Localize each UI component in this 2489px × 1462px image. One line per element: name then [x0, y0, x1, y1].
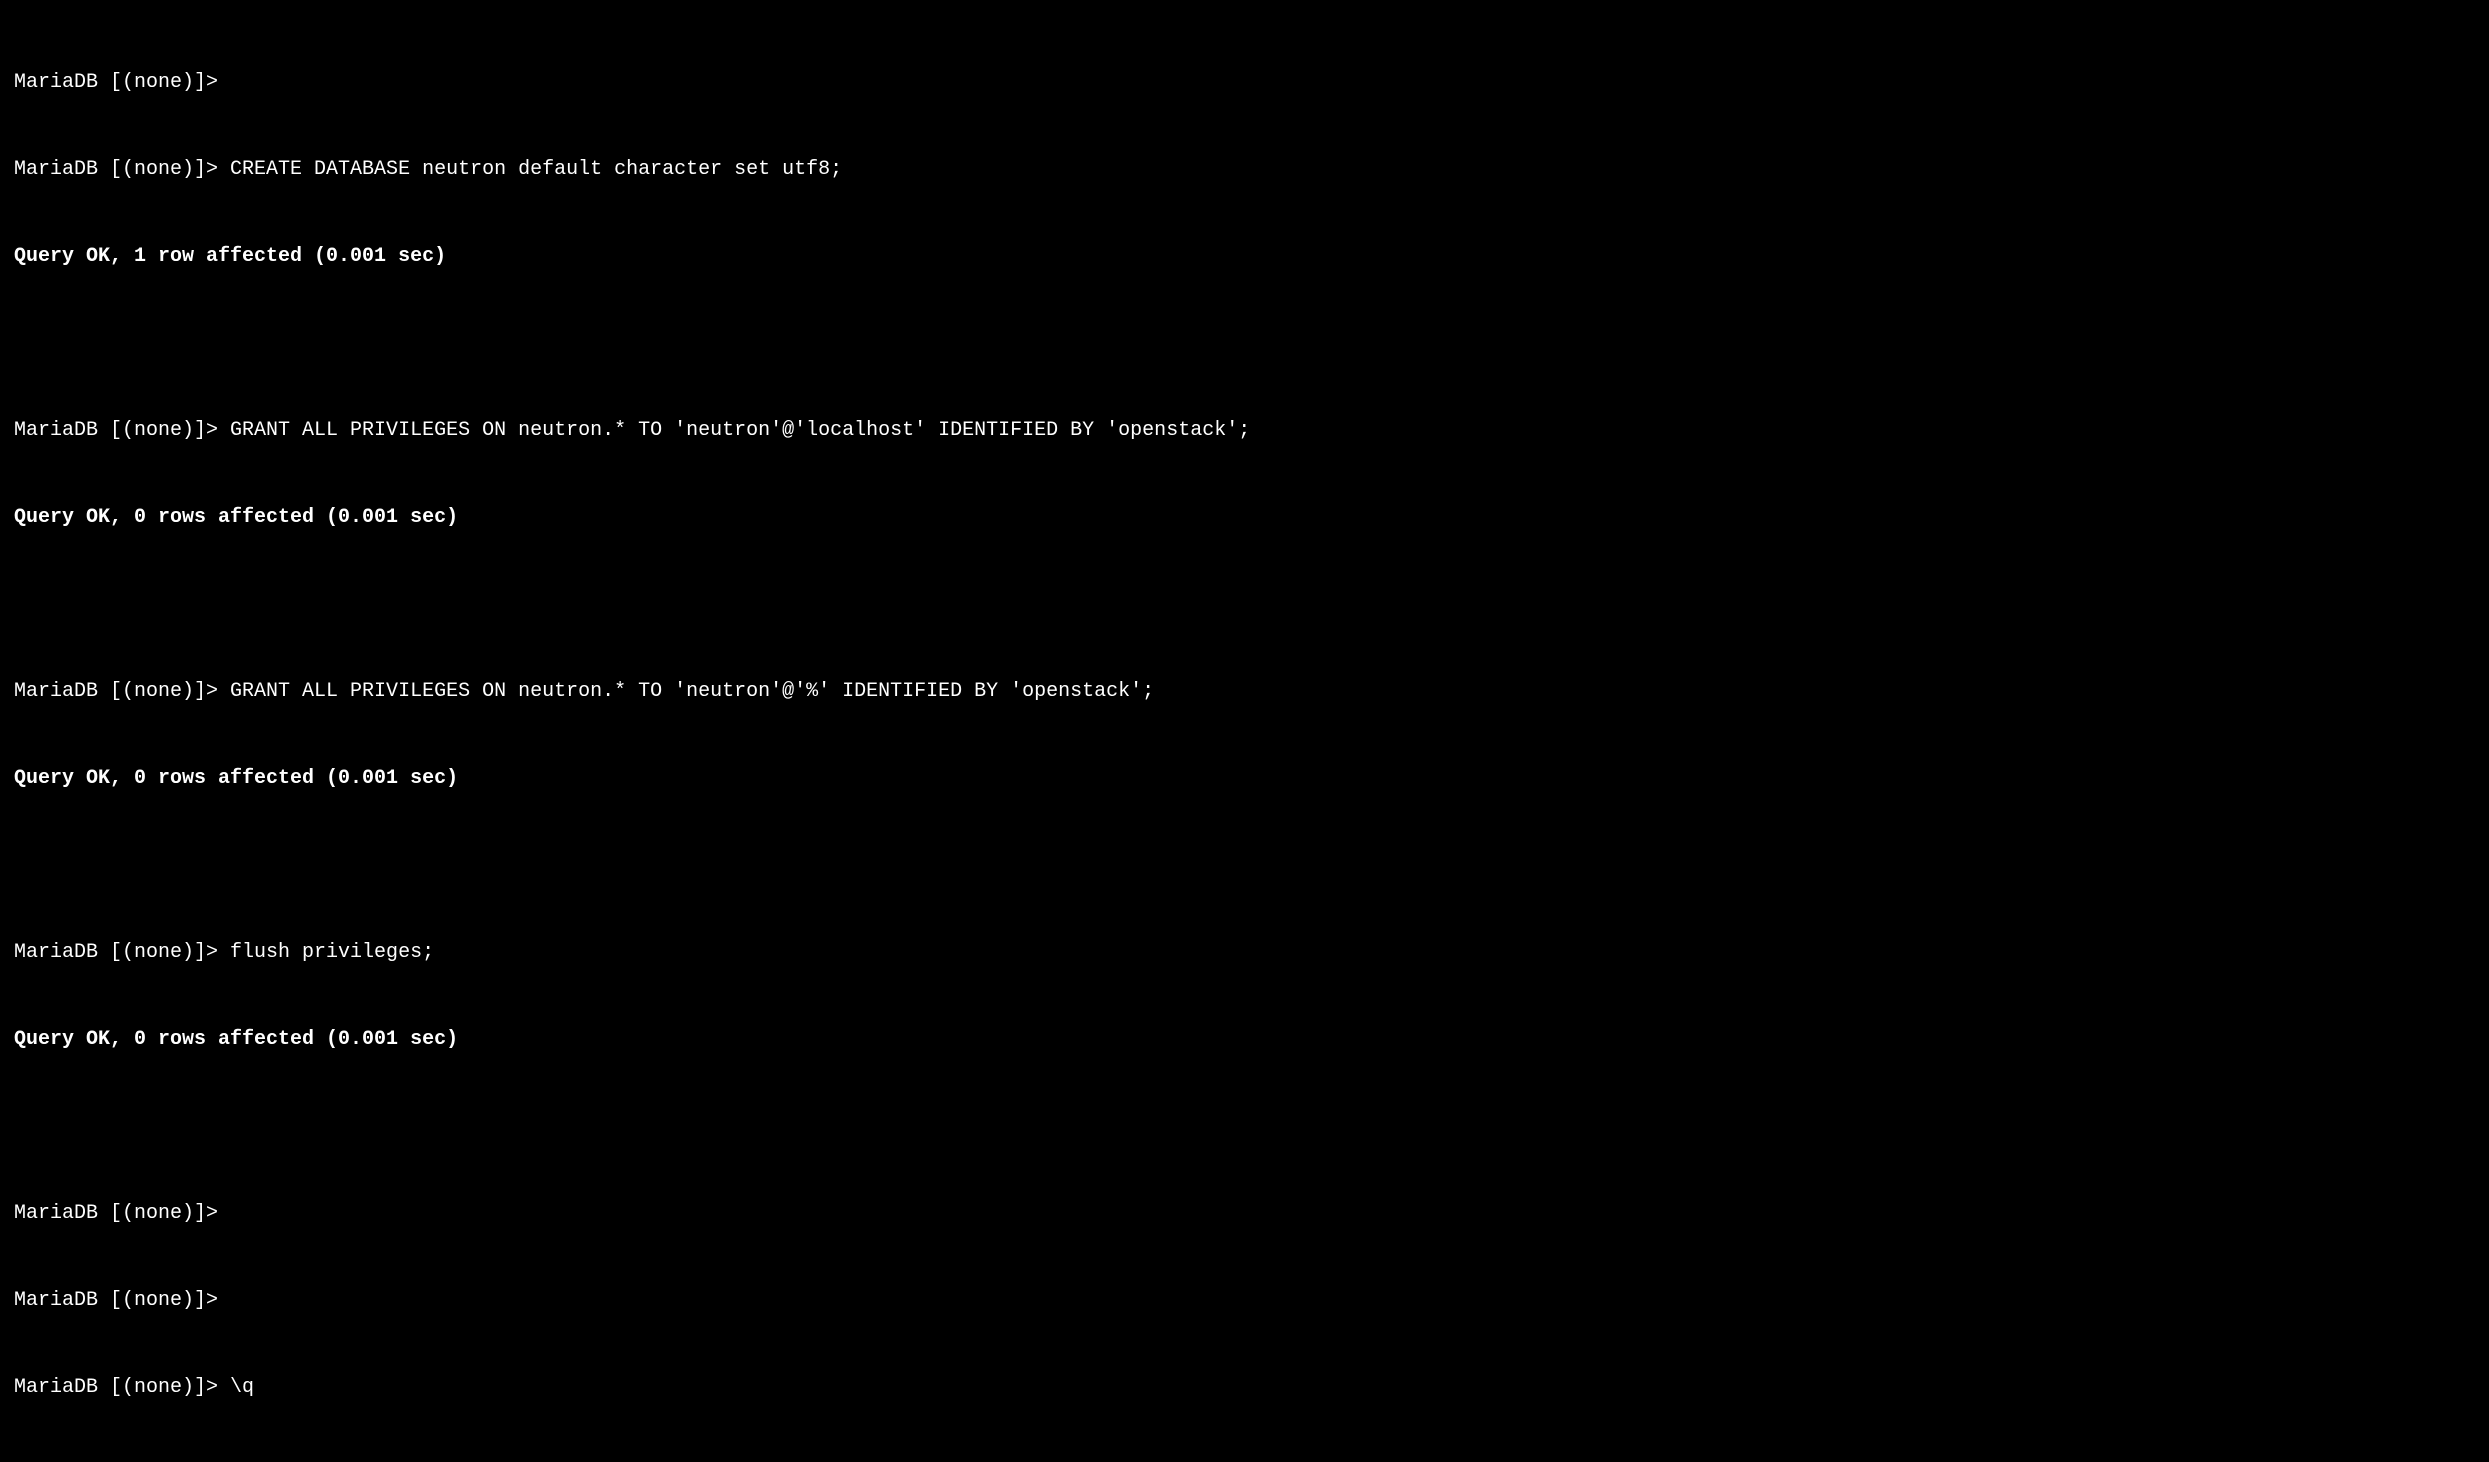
- terminal-line-2: MariaDB [(none)]> CREATE DATABASE neutro…: [14, 155, 2475, 184]
- terminal-line-7: [14, 590, 2475, 619]
- prompt-1: MariaDB [(none)]>: [14, 71, 218, 94]
- terminal-line-5: MariaDB [(none)]> GRANT ALL PRIVILEGES O…: [14, 416, 2475, 445]
- result-6: Query OK, 0 rows affected (0.001 sec): [14, 506, 458, 529]
- terminal-line-14: MariaDB [(none)]>: [14, 1199, 2475, 1228]
- prompt-2: MariaDB [(none)]> CREATE DATABASE neutro…: [14, 158, 842, 181]
- prompt-8: MariaDB [(none)]> GRANT ALL PRIVILEGES O…: [14, 680, 1154, 703]
- terminal-line-11: MariaDB [(none)]> flush privileges;: [14, 938, 2475, 967]
- terminal-line-13: [14, 1112, 2475, 1141]
- prompt-14: MariaDB [(none)]>: [14, 1202, 218, 1225]
- terminal-line-4: [14, 329, 2475, 358]
- terminal-line-6: Query OK, 0 rows affected (0.001 sec): [14, 503, 2475, 532]
- terminal-line-10: [14, 851, 2475, 880]
- terminal-line-9: Query OK, 0 rows affected (0.001 sec): [14, 764, 2475, 793]
- prompt-5: MariaDB [(none)]> GRANT ALL PRIVILEGES O…: [14, 419, 1250, 442]
- terminal-line-3: Query OK, 1 row affected (0.001 sec): [14, 242, 2475, 271]
- terminal-line-8: MariaDB [(none)]> GRANT ALL PRIVILEGES O…: [14, 677, 2475, 706]
- terminal-line-1: MariaDB [(none)]>: [14, 68, 2475, 97]
- prompt-11: MariaDB [(none)]> flush privileges;: [14, 941, 434, 964]
- terminal-line-16: MariaDB [(none)]> \q: [14, 1373, 2475, 1402]
- result-12: Query OK, 0 rows affected (0.001 sec): [14, 1028, 458, 1051]
- terminal-window: MariaDB [(none)]> MariaDB [(none)]> CREA…: [14, 10, 2475, 1462]
- prompt-16: MariaDB [(none)]> \q: [14, 1376, 254, 1399]
- terminal-line-17: Bye: [14, 1460, 2475, 1462]
- prompt-15: MariaDB [(none)]>: [14, 1289, 218, 1312]
- result-3: Query OK, 1 row affected (0.001 sec): [14, 245, 446, 268]
- terminal-line-15: MariaDB [(none)]>: [14, 1286, 2475, 1315]
- terminal-line-12: Query OK, 0 rows affected (0.001 sec): [14, 1025, 2475, 1054]
- result-9: Query OK, 0 rows affected (0.001 sec): [14, 767, 458, 790]
